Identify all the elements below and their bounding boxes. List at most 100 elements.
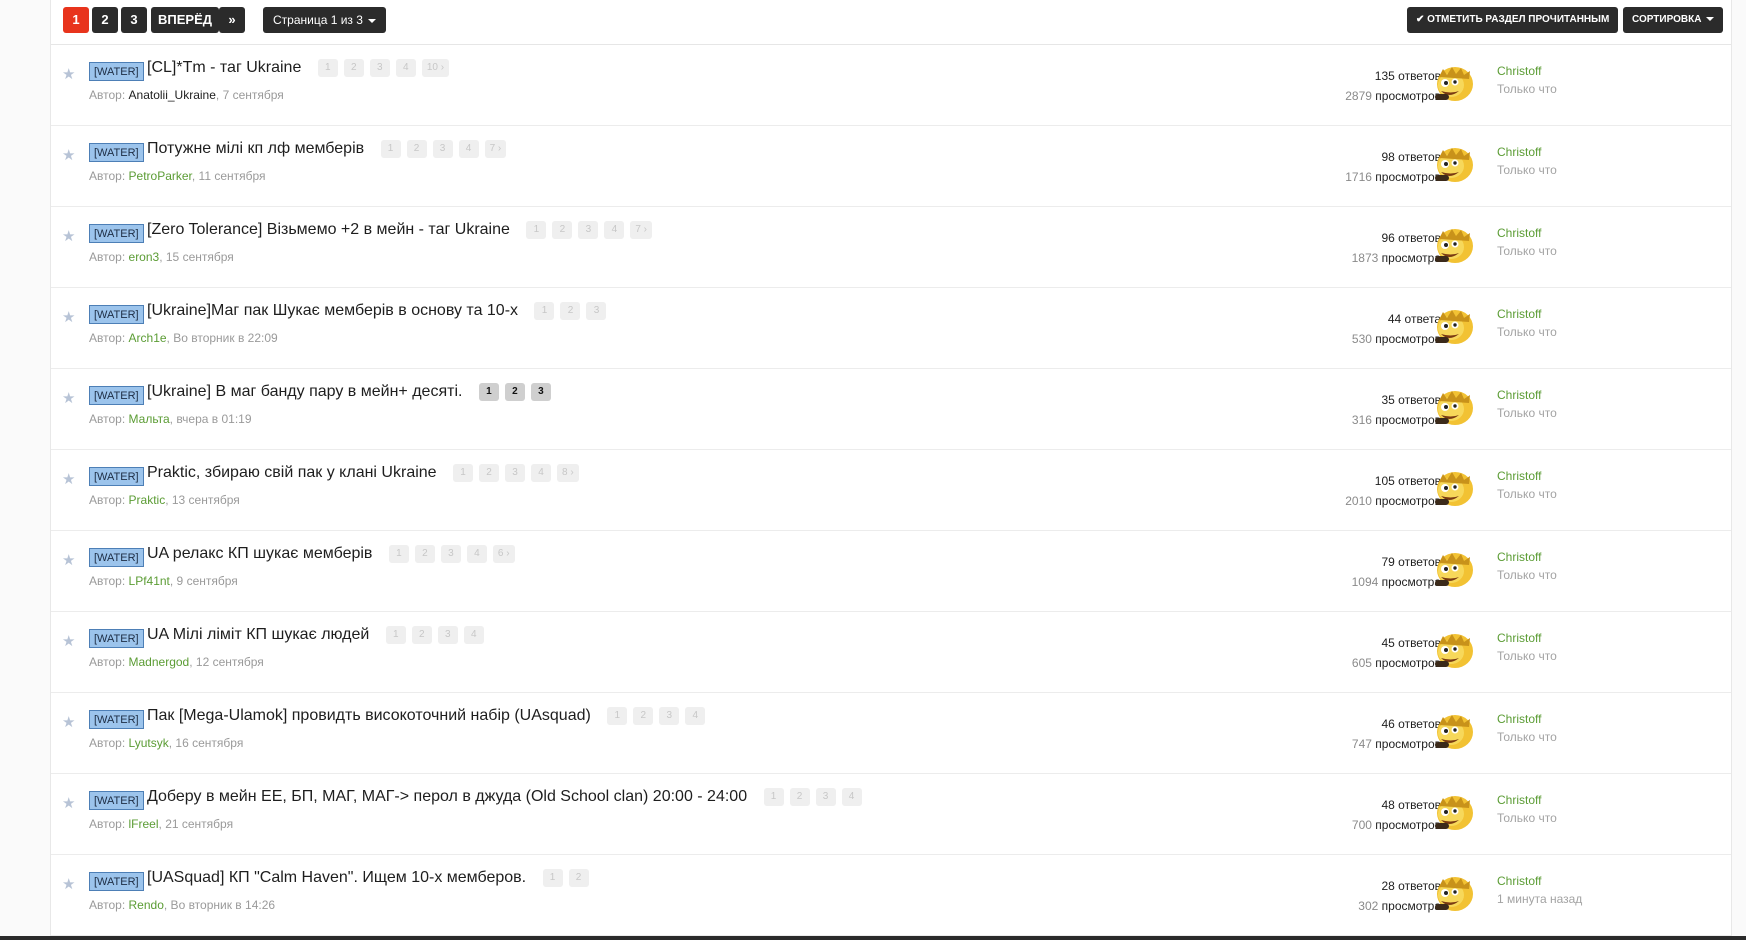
thread-page-link[interactable]: 3	[659, 707, 680, 725]
star-icon[interactable]: ★	[62, 875, 75, 893]
last-poster-avatar[interactable]	[1431, 466, 1475, 510]
last-poster-avatar[interactable]	[1431, 547, 1475, 591]
last-poster-avatar[interactable]	[1431, 709, 1475, 753]
last-poster-avatar[interactable]	[1431, 790, 1475, 834]
mark-read-button[interactable]: ✔ ОТМЕТИТЬ РАЗДЕЛ ПРОЧИТАННЫМ	[1407, 7, 1619, 33]
next-page-button[interactable]: ВПЕРЁД	[151, 7, 220, 33]
last-poster-name[interactable]: Christoff	[1497, 467, 1557, 485]
last-poster-avatar[interactable]	[1431, 385, 1475, 429]
thread-page-link[interactable]: 1	[385, 626, 406, 644]
thread-prefix-badge[interactable]: [WATER]	[89, 224, 144, 243]
star-icon[interactable]: ★	[62, 65, 75, 83]
last-poster-avatar[interactable]	[1431, 628, 1475, 672]
thread-page-link[interactable]: 2	[411, 626, 432, 644]
thread-title-link[interactable]: UA Мілі ліміт КП шукає людей	[147, 626, 369, 643]
last-poster-avatar[interactable]	[1431, 223, 1475, 267]
thread-page-link[interactable]: 3	[369, 59, 390, 77]
thread-prefix-badge[interactable]: [WATER]	[89, 143, 144, 162]
author-link[interactable]: Мальта	[129, 412, 170, 426]
thread-page-link[interactable]: 1	[542, 869, 563, 887]
thread-title-link[interactable]: Потужне мілі кп лф мемберів	[147, 140, 364, 157]
thread-title-link[interactable]: UA релакс КП шукає мемберів	[147, 545, 372, 562]
thread-prefix-badge[interactable]: [WATER]	[89, 629, 144, 648]
star-icon[interactable]: ★	[62, 794, 75, 812]
last-poster-name[interactable]: Christoff	[1497, 143, 1557, 161]
thread-page-link[interactable]: 3	[530, 383, 551, 401]
horizontal-scrollbar[interactable]	[0, 936, 1746, 940]
thread-page-link[interactable]: 2	[789, 788, 810, 806]
thread-page-link[interactable]: 2	[552, 221, 573, 239]
thread-page-link[interactable]: 1	[607, 707, 628, 725]
thread-page-link[interactable]: 2	[479, 464, 500, 482]
thread-page-link[interactable]: 2	[568, 869, 589, 887]
thread-page-link[interactable]: 2	[406, 140, 427, 158]
last-poster-name[interactable]: Christoff	[1497, 62, 1557, 80]
thread-title-link[interactable]: [Ukraine] В маг банду пару в мейн+ десят…	[147, 383, 462, 400]
thread-page-link[interactable]: 4	[463, 626, 484, 644]
thread-page-link[interactable]: 3	[437, 626, 458, 644]
author-link[interactable]: Madnergod	[129, 655, 190, 669]
author-link[interactable]: eron3	[129, 250, 160, 264]
last-poster-avatar[interactable]	[1431, 142, 1475, 186]
thread-page-link[interactable]: 3	[432, 140, 453, 158]
thread-prefix-badge[interactable]: [WATER]	[89, 62, 144, 81]
thread-page-link[interactable]: 1	[526, 221, 547, 239]
author-link[interactable]: Praktic	[129, 493, 166, 507]
last-poster-name[interactable]: Christoff	[1497, 791, 1557, 809]
star-icon[interactable]: ★	[62, 227, 75, 245]
thread-page-link[interactable]: 3	[586, 302, 607, 320]
thread-page-link[interactable]: 6 ›	[492, 545, 515, 563]
thread-page-link[interactable]: 2	[343, 59, 364, 77]
star-icon[interactable]: ★	[62, 713, 75, 731]
last-poster-name[interactable]: Christoff	[1497, 629, 1557, 647]
thread-page-link[interactable]: 2	[633, 707, 654, 725]
thread-page-link[interactable]: 1	[478, 383, 499, 401]
thread-page-link[interactable]: 3	[578, 221, 599, 239]
thread-page-link[interactable]: 3	[505, 464, 526, 482]
thread-page-link[interactable]: 10 ›	[421, 59, 450, 77]
thread-title-link[interactable]: Praktic, збираю свій пак у клані Ukraine	[147, 464, 437, 481]
thread-title-link[interactable]: Пак [Mega-Ulamok] провидть високоточний …	[147, 707, 591, 724]
thread-prefix-badge[interactable]: [WATER]	[89, 710, 144, 729]
star-icon[interactable]: ★	[62, 308, 75, 326]
thread-prefix-badge[interactable]: [WATER]	[89, 791, 144, 810]
last-poster-avatar[interactable]	[1431, 304, 1475, 348]
last-poster-name[interactable]: Christoff	[1497, 386, 1557, 404]
last-page-button[interactable]: »	[219, 7, 245, 33]
thread-prefix-badge[interactable]: [WATER]	[89, 548, 144, 567]
thread-page-link[interactable]: 2	[560, 302, 581, 320]
last-poster-name[interactable]: Christoff	[1497, 872, 1582, 890]
author-link[interactable]: lFreel	[129, 817, 159, 831]
last-poster-name[interactable]: Christoff	[1497, 548, 1557, 566]
star-icon[interactable]: ★	[62, 146, 75, 164]
thread-prefix-badge[interactable]: [WATER]	[89, 872, 144, 891]
thread-title-link[interactable]: [Ukraine]Маг пак Шукає мемберів в основу…	[147, 302, 518, 319]
thread-page-link[interactable]: 1	[317, 59, 338, 77]
thread-page-link[interactable]: 4	[466, 545, 487, 563]
page-3-button[interactable]: 3	[121, 7, 147, 33]
star-icon[interactable]: ★	[62, 551, 75, 569]
thread-page-link[interactable]: 7 ›	[630, 221, 653, 239]
sort-dropdown[interactable]: СОРТИРОВКА	[1623, 7, 1724, 33]
thread-title-link[interactable]: [UASquad] КП "Calm Haven". Ищем 10-х мем…	[147, 869, 526, 886]
star-icon[interactable]: ★	[62, 389, 75, 407]
thread-title-link[interactable]: [Zero Tolerance] Візьмемо +2 в мейн - та…	[147, 221, 510, 238]
page-select-dropdown[interactable]: Страница 1 из 3	[263, 7, 386, 33]
last-poster-name[interactable]: Christoff	[1497, 305, 1557, 323]
thread-page-link[interactable]: 1	[388, 545, 409, 563]
last-poster-avatar[interactable]	[1431, 61, 1475, 105]
last-poster-avatar[interactable]	[1431, 871, 1475, 915]
thread-page-link[interactable]: 2	[504, 383, 525, 401]
thread-page-link[interactable]: 8 ›	[557, 464, 579, 482]
author-link[interactable]: Arch1e	[129, 331, 167, 345]
star-icon[interactable]: ★	[62, 632, 75, 650]
thread-page-link[interactable]: 4	[604, 221, 625, 239]
thread-page-link[interactable]: 3	[440, 545, 461, 563]
author-link[interactable]: LPf41nt	[129, 574, 170, 588]
thread-page-link[interactable]: 4	[395, 59, 416, 77]
thread-page-link[interactable]: 3	[815, 788, 836, 806]
star-icon[interactable]: ★	[62, 470, 75, 488]
thread-page-link[interactable]: 7 ›	[484, 140, 507, 158]
thread-page-link[interactable]: 4	[685, 707, 706, 725]
thread-page-link[interactable]: 1	[453, 464, 474, 482]
